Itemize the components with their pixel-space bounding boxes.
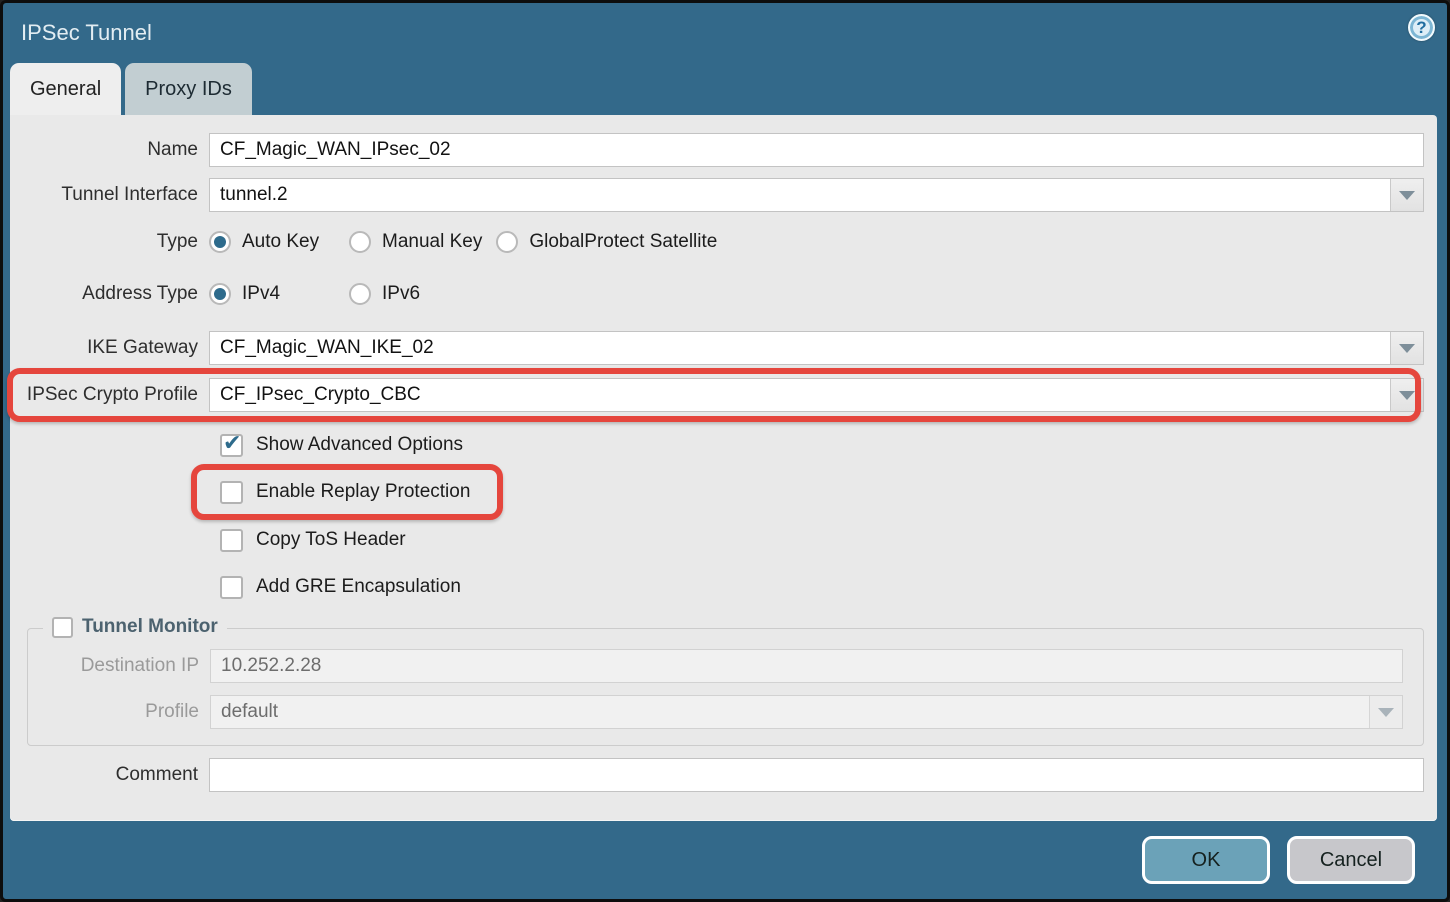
ike-gateway-label: IKE Gateway [10,337,209,359]
radio-globalprotect-satellite-control[interactable] [496,231,518,253]
ike-gateway-dropdown-button[interactable] [1390,332,1423,364]
copy-tos-header-label: Copy ToS Header [256,529,406,551]
tab-general-label: General [30,78,101,101]
comment-row: Comment [10,758,1424,792]
radio-auto-key-label: Auto Key [242,231,333,253]
ike-gateway-value: CF_Magic_WAN_IKE_02 [210,332,1390,364]
chevron-down-icon [1378,708,1394,717]
comment-label: Comment [10,764,209,786]
radio-manual-key-control[interactable] [349,231,371,253]
name-row: Name [10,133,1424,167]
address-type-label: Address Type [10,283,209,305]
tunnel-monitor-label: Tunnel Monitor [82,616,218,638]
name-label: Name [10,139,209,161]
chevron-down-icon [1399,391,1415,400]
radio-ipv6-label: IPv6 [382,283,434,305]
radio-manual-key[interactable]: Manual Key [349,231,496,253]
ipsec-crypto-profile-row: IPSec Crypto Profile CF_IPsec_Crypto_CBC [10,378,1424,412]
show-advanced-options-label: Show Advanced Options [256,434,463,456]
tunnel-interface-label: Tunnel Interface [10,184,209,206]
ok-button[interactable]: OK [1142,836,1270,884]
destination-ip-row: Destination IP [28,649,1403,683]
type-radio-group: Auto Key Manual Key GlobalProtect Satell… [209,231,1424,253]
ike-gateway-dropdown[interactable]: CF_Magic_WAN_IKE_02 [209,331,1424,365]
radio-manual-key-label: Manual Key [382,231,496,253]
radio-auto-key-control[interactable] [209,231,231,253]
tab-bar: General Proxy IDs [3,63,1447,115]
enable-replay-protection-label: Enable Replay Protection [256,481,470,503]
tunnel-interface-dropdown[interactable]: tunnel.2 [209,178,1424,212]
cancel-button[interactable]: Cancel [1287,836,1415,884]
copy-tos-header-row: Copy ToS Header [10,525,1424,555]
tab-proxy-ids[interactable]: Proxy IDs [125,63,252,115]
profile-label: Profile [28,701,210,723]
ipsec-crypto-profile-dropdown[interactable]: CF_IPsec_Crypto_CBC [209,378,1424,412]
address-type-row: Address Type IPv4 IPv6 [10,278,1424,310]
show-advanced-options-checkbox[interactable] [220,434,243,457]
ipsec-crypto-profile-dropdown-button[interactable] [1390,379,1423,411]
radio-ipv4-label: IPv4 [242,283,294,305]
tunnel-monitor-checkbox[interactable] [52,617,73,638]
address-type-radio-group: IPv4 IPv6 [209,283,1424,305]
radio-auto-key[interactable]: Auto Key [209,231,349,253]
name-input[interactable] [209,133,1424,167]
tunnel-monitor-fieldset: Tunnel Monitor Destination IP Profile de… [27,628,1424,746]
tunnel-monitor-legend: Tunnel Monitor [43,616,227,638]
tab-proxy-ids-label: Proxy IDs [145,78,232,101]
add-gre-encapsulation-checkbox[interactable] [220,576,243,599]
radio-ipv4-control[interactable] [209,283,231,305]
type-row: Type Auto Key Manual Key GlobalProtect S… [10,226,1424,258]
radio-ipv4[interactable]: IPv4 [209,283,349,305]
dialog-title: IPSec Tunnel [21,20,152,46]
profile-dropdown-button [1369,696,1402,728]
type-label: Type [10,231,209,253]
radio-globalprotect-satellite-label: GlobalProtect Satellite [529,231,731,253]
add-gre-encapsulation-label: Add GRE Encapsulation [256,576,461,598]
ike-gateway-row: IKE Gateway CF_Magic_WAN_IKE_02 [10,331,1424,365]
tunnel-interface-dropdown-button[interactable] [1390,179,1423,211]
radio-globalprotect-satellite[interactable]: GlobalProtect Satellite [496,231,731,253]
tab-general[interactable]: General [10,63,121,115]
chevron-down-icon [1399,344,1415,353]
destination-ip-label: Destination IP [28,655,210,677]
ipsec-crypto-profile-value: CF_IPsec_Crypto_CBC [210,379,1390,411]
general-tab-panel: Name Tunnel Interface tunnel.2 Type [10,115,1437,821]
help-icon-glyph: ? [1416,18,1426,38]
dialog-footer: OK Cancel [3,821,1447,899]
ipsec-tunnel-dialog: IPSec Tunnel ? General Proxy IDs Name Tu… [0,0,1450,902]
profile-value: default [211,696,1369,728]
chevron-down-icon [1399,191,1415,200]
dialog-titlebar: IPSec Tunnel [3,3,1447,63]
enable-replay-protection-checkbox[interactable] [220,481,243,504]
profile-row: Profile default [28,695,1403,729]
tunnel-interface-value: tunnel.2 [210,179,1390,211]
help-icon[interactable]: ? [1408,14,1435,41]
enable-replay-protection-row: Enable Replay Protection [10,477,1424,507]
destination-ip-input [210,649,1403,683]
show-advanced-options-row: Show Advanced Options [10,430,1424,460]
profile-dropdown: default [210,695,1403,729]
comment-input[interactable] [209,758,1424,792]
radio-ipv6-control[interactable] [349,283,371,305]
copy-tos-header-checkbox[interactable] [220,529,243,552]
tunnel-interface-row: Tunnel Interface tunnel.2 [10,178,1424,212]
add-gre-encapsulation-row: Add GRE Encapsulation [10,572,1424,602]
radio-ipv6[interactable]: IPv6 [349,283,489,305]
ipsec-crypto-profile-label: IPSec Crypto Profile [10,384,209,406]
